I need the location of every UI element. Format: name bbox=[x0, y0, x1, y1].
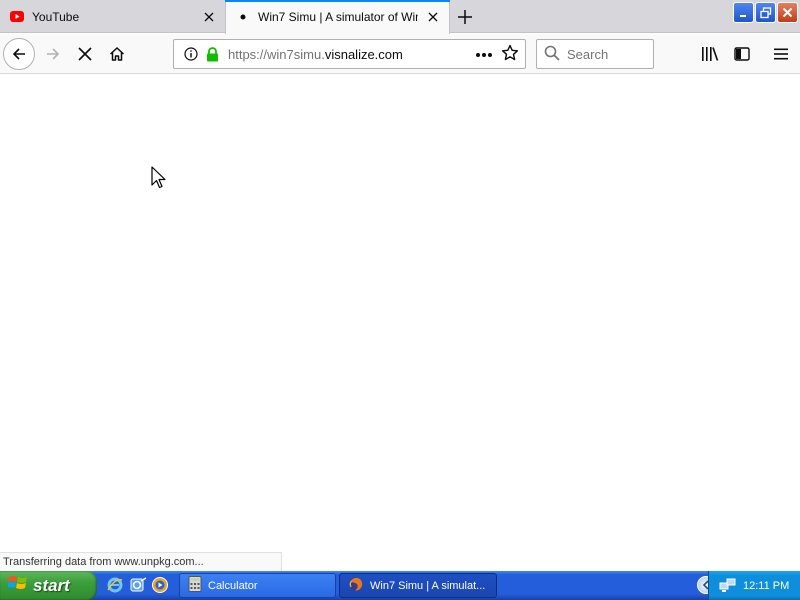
media-player-icon[interactable] bbox=[151, 576, 169, 594]
sidebar-toggle-button[interactable] bbox=[726, 38, 758, 70]
calculator-icon bbox=[188, 576, 202, 595]
library-icon bbox=[702, 47, 719, 61]
home-button[interactable] bbox=[101, 38, 133, 70]
taskbar-item-label: Calculator bbox=[208, 579, 258, 592]
bookmark-star-icon[interactable] bbox=[501, 44, 519, 65]
close-tab-icon[interactable] bbox=[425, 9, 441, 25]
back-button[interactable] bbox=[3, 38, 35, 70]
restore-icon bbox=[759, 6, 771, 18]
status-panel: Transferring data from www.unpkg.com... bbox=[0, 552, 282, 571]
system-tray: 12:11 PM bbox=[708, 571, 800, 600]
start-label: start bbox=[33, 575, 70, 595]
search-box[interactable] bbox=[536, 39, 654, 69]
close-window-button[interactable] bbox=[777, 2, 798, 23]
windows-flag-icon bbox=[7, 574, 28, 597]
tab-win7simu[interactable]: Win7 Simu | A simulator of Windows bbox=[225, 0, 450, 34]
url-text[interactable]: https://win7simu.visnalize.com bbox=[228, 47, 475, 62]
minimize-button[interactable] bbox=[733, 2, 754, 23]
navigation-toolbar: https://win7simu.visnalize.com bbox=[0, 34, 800, 74]
taskbar-item-win7simu[interactable]: Win7 Simu | A simulat... bbox=[339, 573, 497, 598]
mouse-pointer-icon bbox=[151, 166, 167, 193]
outlook-express-icon[interactable] bbox=[129, 576, 147, 594]
library-button[interactable] bbox=[694, 38, 726, 70]
tab-strip: YouTube Win7 Simu | A simulator of Windo… bbox=[0, 0, 800, 34]
sidebar-icon bbox=[734, 47, 750, 61]
page-content: Transferring data from www.unpkg.com... bbox=[0, 75, 800, 571]
stop-button[interactable] bbox=[69, 38, 101, 70]
plus-icon bbox=[458, 10, 472, 24]
page-actions-icon[interactable] bbox=[475, 47, 493, 61]
taskbar-item-calculator[interactable]: Calculator bbox=[179, 573, 336, 598]
search-input[interactable] bbox=[567, 46, 647, 62]
firefox-icon bbox=[348, 576, 364, 595]
close-icon bbox=[782, 7, 793, 18]
window-controls bbox=[733, 2, 798, 23]
menu-button[interactable] bbox=[765, 38, 797, 70]
forward-arrow-icon bbox=[47, 48, 60, 60]
url-bar[interactable]: https://win7simu.visnalize.com bbox=[173, 39, 526, 69]
lock-icon[interactable] bbox=[204, 46, 220, 62]
search-icon bbox=[544, 45, 560, 64]
taskbar: start Calculator Win7 Simu | A simulat..… bbox=[0, 571, 800, 600]
internet-explorer-icon[interactable] bbox=[106, 576, 124, 594]
screen: YouTube Win7 Simu | A simulator of Windo… bbox=[0, 0, 800, 600]
close-tab-icon[interactable] bbox=[201, 9, 217, 25]
network-icon[interactable] bbox=[719, 578, 737, 594]
restore-button[interactable] bbox=[755, 2, 776, 23]
hamburger-menu-icon bbox=[774, 48, 788, 60]
new-tab-button[interactable] bbox=[452, 4, 478, 30]
taskbar-item-label: Win7 Simu | A simulat... bbox=[370, 579, 486, 592]
clock[interactable]: 12:11 PM bbox=[743, 580, 789, 592]
stop-icon bbox=[78, 47, 92, 61]
minimize-icon bbox=[739, 14, 746, 17]
forward-button[interactable] bbox=[37, 38, 69, 70]
tab-youtube[interactable]: YouTube bbox=[0, 0, 225, 33]
info-icon[interactable] bbox=[181, 47, 201, 61]
back-arrow-icon bbox=[12, 48, 25, 60]
home-icon bbox=[109, 47, 125, 61]
loading-dot-icon bbox=[236, 10, 250, 24]
start-button[interactable]: start bbox=[0, 571, 97, 600]
tab-title: YouTube bbox=[32, 9, 80, 24]
youtube-icon bbox=[10, 10, 24, 24]
url-host: visnalize.com bbox=[324, 46, 403, 62]
tab-title: Win7 Simu | A simulator of Windows bbox=[258, 10, 418, 24]
url-actions bbox=[475, 44, 519, 65]
url-prefix: https://win7simu. bbox=[228, 46, 325, 62]
